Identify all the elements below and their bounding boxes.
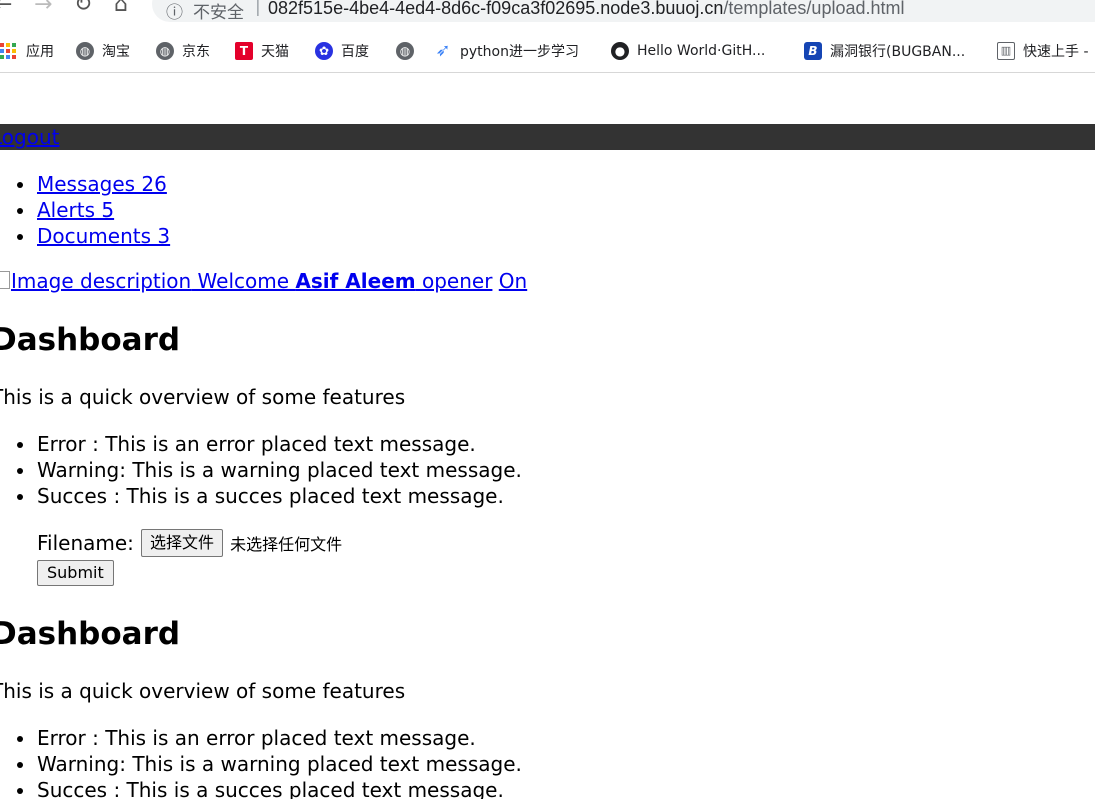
welcome-text: Welcome [191, 269, 296, 293]
page-subtitle: This is a quick overview of some feature… [0, 385, 406, 409]
bookmark-bugbank[interactable]: B 漏洞银行(BUGBAN... [804, 40, 965, 62]
error-message: Error : This is an error placed text mes… [0, 431, 522, 457]
browser-toolbar: ← → ↻ ⌂ ⓘ 不安全 | 082f515e-4be4-4ed4-8d6c-… [0, 0, 1095, 26]
bookmark-label: 应用 [26, 44, 54, 60]
bookmark-python[interactable]: ➶ python进一步学习 [434, 40, 579, 62]
rocket-icon: ➶ [435, 40, 451, 61]
bookmark-tmall[interactable]: T 天猫 [235, 40, 289, 62]
globe-icon: ◍ [156, 42, 174, 60]
back-arrow-icon[interactable]: ← [0, 0, 12, 17]
page-subtitle: This is a quick overview of some feature… [0, 679, 406, 703]
upload-form: Filename: 选择文件 未选择任何文件 Submit [37, 529, 537, 586]
submit-button[interactable]: Submit [37, 560, 114, 586]
bookmark-jd[interactable]: ◍ 京东 [156, 40, 210, 62]
bookmark-label: 淘宝 [102, 44, 130, 60]
url-host: 082f515e-4be4-4ed4-8d6c-f09ca3f02695.nod… [268, 0, 724, 18]
bugbank-icon: B [804, 42, 822, 60]
profile-link[interactable]: Image description Welcome Asif Aleem ope… [0, 269, 492, 293]
bookmark-baidu[interactable]: ✿ 百度 [315, 40, 369, 62]
home-icon[interactable]: ⌂ [114, 0, 128, 17]
warning-message: Warning: This is a warning placed text m… [0, 751, 522, 777]
documents-link[interactable]: Documents 3 [37, 224, 170, 248]
insecure-label: 不安全 [193, 3, 244, 23]
url-separator: | [255, 0, 261, 17]
apps-grid-icon [0, 43, 16, 59]
message-list: Error : This is an error placed text mes… [0, 725, 522, 799]
user-name: Asif Aleem [295, 269, 416, 293]
bookmark-label: Hello World·GitH... [637, 43, 766, 59]
status-link[interactable]: On [499, 269, 527, 293]
success-message: Succes : This is a succes placed text me… [0, 777, 522, 799]
bookmarks-bar: 应用 ◍ 淘宝 ◍ 京东 T 天猫 ✿ 百度 ◍ ➶ python进一步学习 ●… [0, 34, 1095, 66]
bookmark-quickstart[interactable]: ▥ 快速上手 - [997, 40, 1089, 62]
url-text[interactable]: 082f515e-4be4-4ed4-8d6c-f09ca3f02695.nod… [268, 0, 905, 19]
broken-image-icon [0, 271, 10, 289]
chrome-divider [0, 72, 1095, 73]
nav-item-messages: Messages 26 [0, 171, 170, 197]
page-title: Dashboard [0, 322, 181, 358]
error-message: Error : This is an error placed text mes… [0, 725, 522, 751]
warning-message: Warning: This is a warning placed text m… [0, 457, 522, 483]
bookmark-label: 快速上手 - [1023, 44, 1089, 60]
nav-item-alerts: Alerts 5 [0, 197, 170, 223]
nav-list: Messages 26 Alerts 5 Documents 3 [0, 171, 170, 249]
success-message: Succes : This is a succes placed text me… [0, 483, 522, 509]
filename-label: Filename: [37, 531, 134, 555]
bookmark-apps[interactable]: 应用 [0, 40, 54, 62]
bookmark-label: 京东 [182, 44, 210, 60]
globe-icon: ◍ [396, 42, 414, 60]
bookmark-label: python进一步学习 [460, 44, 579, 60]
logout-link[interactable]: Logout [0, 124, 59, 150]
bookmark-label: 天猫 [261, 44, 289, 60]
bookmark-label: 漏洞银行(BUGBAN... [830, 44, 966, 60]
url-path: /templates/upload.html [723, 0, 905, 18]
bookmark-label: 百度 [341, 44, 369, 60]
top-bar [0, 124, 1095, 150]
bookmark-taobao[interactable]: ◍ 淘宝 [76, 40, 130, 62]
choose-file-button[interactable]: 选择文件 [141, 529, 224, 557]
tmall-icon: T [235, 42, 253, 60]
page-title: Dashboard [0, 616, 181, 652]
reload-icon[interactable]: ↻ [74, 0, 92, 17]
bookmark-globe[interactable]: ◍ [396, 40, 422, 62]
nav-item-documents: Documents 3 [0, 223, 170, 249]
no-file-selected-text: 未选择任何文件 [230, 535, 343, 554]
forward-arrow-icon[interactable]: → [34, 0, 52, 17]
user-role: opener [415, 269, 493, 293]
image-alt-text: Image description [11, 269, 192, 293]
baidu-paw-icon: ✿ [315, 42, 333, 60]
bookmark-github[interactable]: ● Hello World·GitH... [611, 40, 765, 62]
welcome-line: Image description Welcome Asif Aleem ope… [0, 268, 527, 294]
globe-icon: ◍ [76, 42, 94, 60]
github-icon: ● [611, 42, 629, 60]
document-icon: ▥ [997, 42, 1015, 60]
messages-link[interactable]: Messages 26 [37, 172, 167, 196]
message-list: Error : This is an error placed text mes… [0, 431, 522, 509]
alerts-link[interactable]: Alerts 5 [37, 198, 114, 222]
info-icon[interactable]: ⓘ [166, 0, 183, 23]
